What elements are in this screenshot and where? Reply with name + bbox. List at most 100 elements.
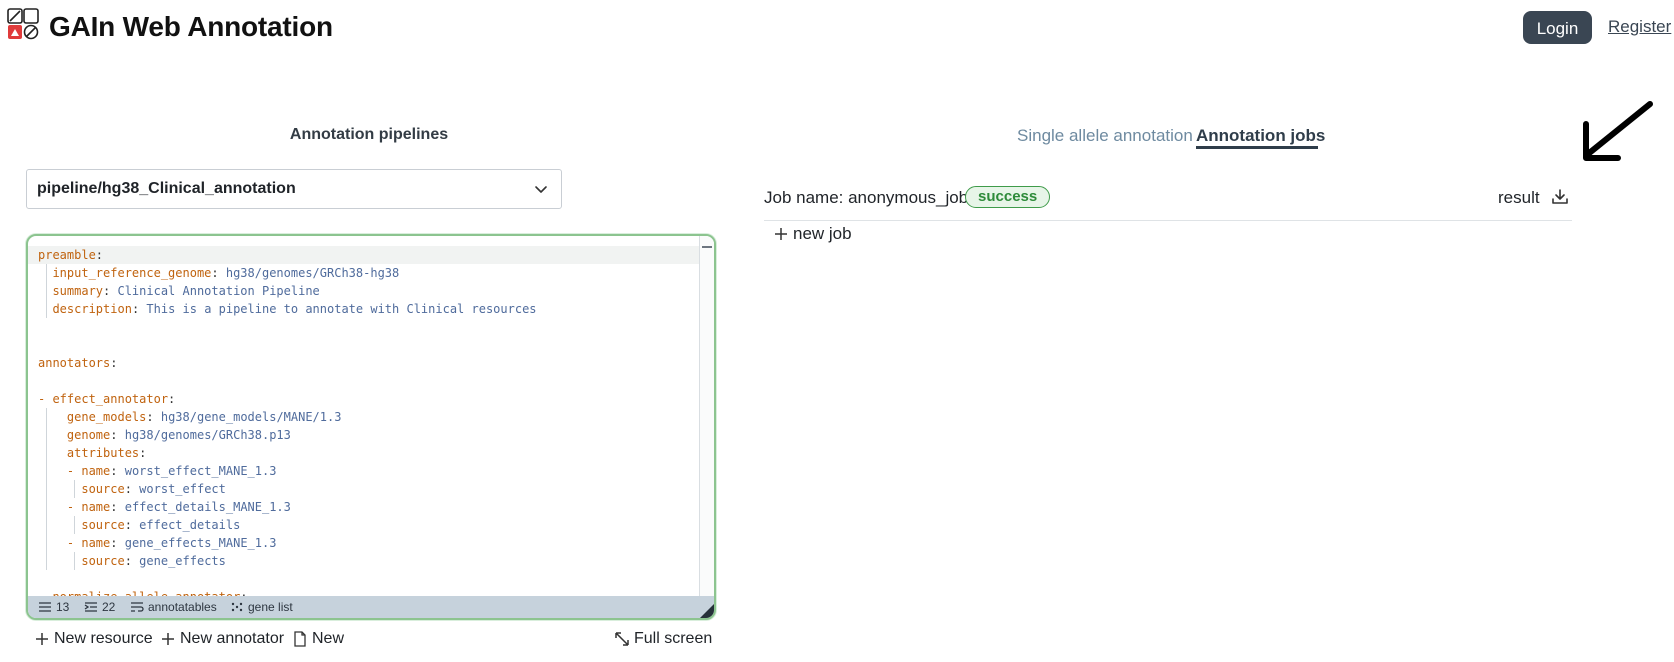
yaml-punct (38, 464, 67, 478)
code-line[interactable]: gene_models: hg38/gene_models/MANE/1.3 (28, 408, 700, 426)
yaml-key: source (81, 482, 125, 496)
yaml-key: source (81, 518, 125, 532)
code-line[interactable]: source: worst_effect (28, 480, 700, 498)
editor-code-area[interactable]: preamble: input_reference_genome: hg38/g… (28, 246, 700, 596)
active-tab-indicator (1196, 146, 1318, 149)
code-line[interactable]: genome: hg38/genomes/GRCh38.p13 (28, 426, 700, 444)
yaml-key: input_reference_genome (52, 266, 212, 280)
yaml-key: - (66, 500, 82, 514)
new-file-button[interactable]: New (292, 630, 344, 648)
yaml-punct (38, 428, 67, 442)
indent-guide (46, 426, 47, 444)
new-job-button[interactable]: new job (773, 224, 852, 244)
status-annotatables[interactable]: annotatables (130, 600, 217, 614)
code-line[interactable]: preamble: (28, 246, 700, 264)
yaml-key: gene_models (66, 410, 147, 424)
expand-icon (615, 632, 629, 646)
yaml-key: attributes (66, 446, 140, 460)
code-line[interactable]: source: gene_effects (28, 552, 700, 570)
code-line[interactable]: - name: gene_effects_MANE_1.3 (28, 534, 700, 552)
yaml-punct (38, 410, 67, 424)
job-name: Job name: anonymous_job (764, 188, 969, 207)
status-indent: 22 (84, 600, 115, 614)
code-line[interactable]: annotators: (28, 354, 700, 372)
yaml-value: gene_effects_MANE_1.3 (124, 536, 277, 550)
editor-status-bar: 13 22 annotatables gene list (28, 596, 714, 618)
yaml-punct: : (110, 428, 125, 442)
chevron-down-icon (535, 186, 547, 193)
scrollbar-thumb[interactable] (702, 246, 712, 248)
yaml-punct (38, 500, 67, 514)
plus-icon (36, 633, 48, 645)
code-line[interactable] (28, 318, 700, 336)
file-icon (294, 631, 306, 647)
yaml-key: genome (66, 428, 111, 442)
indent-guide (46, 462, 47, 480)
code-line[interactable]: - effect_annotator: (28, 390, 700, 408)
yaml-punct: : (168, 392, 176, 406)
code-line[interactable]: input_reference_genome: hg38/genomes/GRC… (28, 264, 700, 282)
yaml-punct: : (110, 500, 125, 514)
login-button[interactable]: Login (1523, 11, 1592, 44)
code-line[interactable]: - normalize_allele_annotator: (28, 588, 700, 596)
download-icon[interactable] (1551, 188, 1569, 206)
job-row: Job name: anonymous_job success result (764, 186, 1572, 221)
yaml-key: description (52, 302, 132, 316)
tab-single-allele-annotation[interactable]: Single allele annotation (1017, 126, 1193, 146)
indent-guide (74, 552, 75, 570)
app-logo-icon[interactable] (7, 8, 39, 40)
code-line[interactable] (28, 372, 700, 390)
yaml-value: effect_details (139, 518, 241, 532)
code-line[interactable] (28, 336, 700, 354)
indent-guide (46, 552, 47, 570)
yaml-punct (38, 536, 67, 550)
result-label: result (1498, 188, 1540, 207)
yaml-value: effect_details_MANE_1.3 (124, 500, 291, 514)
status-gene-list[interactable]: gene list (230, 600, 293, 614)
app-title: GAIn Web Annotation (49, 11, 333, 42)
yaml-punct: : (95, 248, 104, 262)
code-line[interactable]: attributes: (28, 444, 700, 462)
plus-icon (775, 228, 787, 240)
new-annotator-button[interactable]: New annotator (160, 630, 284, 648)
code-line[interactable]: - name: worst_effect_MANE_1.3 (28, 462, 700, 480)
resize-handle[interactable] (700, 604, 714, 618)
yaml-key: name (81, 464, 111, 478)
yaml-value: hg38/genomes/GRCh38.p13 (124, 428, 291, 442)
indent-guide (46, 534, 47, 552)
indent-guide (46, 498, 47, 516)
yaml-value: gene_effects (139, 554, 226, 568)
pipeline-select[interactable]: pipeline/hg38_Clinical_annotation (26, 169, 562, 209)
indent-guide (46, 282, 47, 300)
code-line[interactable]: summary: Clinical Annotation Pipeline (28, 282, 700, 300)
indent-guide (46, 300, 47, 318)
code-line[interactable]: description: This is a pipeline to annot… (28, 300, 700, 318)
tab-annotation-jobs[interactable]: Annotation jobs (1196, 126, 1325, 146)
yaml-punct (38, 446, 67, 460)
yaml-key: source (81, 554, 125, 568)
pipeline-yaml-editor[interactable]: preamble: input_reference_genome: hg38/g… (26, 234, 716, 620)
yaml-key: summary (52, 284, 104, 298)
editor-scrollbar[interactable] (699, 236, 714, 598)
new-resource-button[interactable]: New resource (34, 630, 153, 648)
yaml-punct: : (110, 464, 125, 478)
yaml-punct: : (124, 482, 140, 496)
yaml-value: hg38/gene_models/MANE/1.3 (160, 410, 342, 424)
code-line[interactable]: - name: effect_details_MANE_1.3 (28, 498, 700, 516)
indent-guide (46, 264, 47, 282)
scatter-dots-icon (231, 602, 243, 612)
register-link[interactable]: Register (1608, 17, 1671, 37)
code-line[interactable]: source: effect_details (28, 516, 700, 534)
top-header: GAIn Web Annotation Login Register (0, 0, 1674, 60)
yaml-key: name (81, 500, 111, 514)
yaml-punct: : (139, 446, 147, 460)
yaml-value: This is a pipeline to annotate with Clin… (146, 302, 537, 316)
yaml-key: name (81, 536, 111, 550)
code-line[interactable] (28, 570, 700, 588)
yaml-punct: : (110, 536, 125, 550)
yaml-key: effect_annotator (52, 392, 169, 406)
indent-guide (46, 444, 47, 462)
yaml-key: - (66, 536, 82, 550)
full-screen-button[interactable]: Full screen (614, 630, 712, 648)
yaml-punct: : (124, 518, 140, 532)
